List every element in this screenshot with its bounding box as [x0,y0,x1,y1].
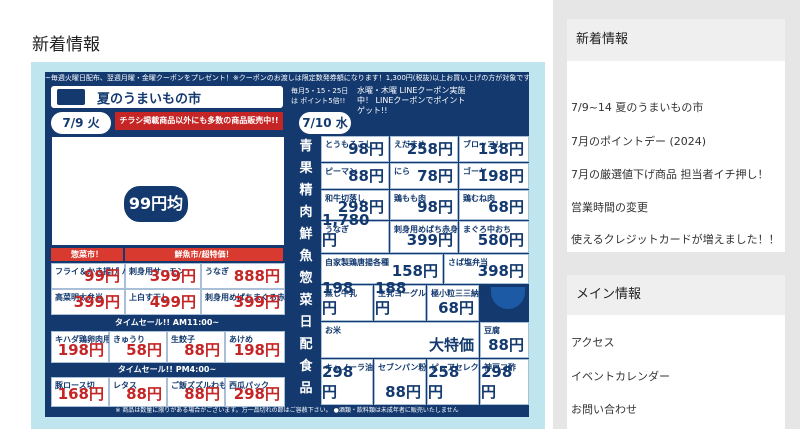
flyer-item: 生乳ヨーグルト 188円 [374,279,434,321]
flyer-board: ~毎週火曜日配布、翌週月曜・金曜クーポンをプレゼント！※クーポンのお渡しは限定数… [45,72,529,417]
flyer-left-item: 高菜明太弁当 399円 [51,289,125,315]
contact-link[interactable]: お問い合わせ [571,401,637,417]
flyer-left-item: 刺身用めばちまぐろ赤身用ブロック 399円 [201,289,333,315]
flyer-left-item: 刺身用サーモン 399円 [125,263,201,289]
access-link[interactable]: アクセス [571,334,614,350]
flyer-left-item: キハダ鶏卵肉用 198円 [51,331,111,363]
flyer-item: うなぎ 1,780円 [321,211,389,253]
flyer-left-item: ご飯ズズルわもす 88円 [167,377,235,407]
flyer-left-item: 豚ロース切 168円 [51,377,109,407]
flyer-left-item: きゅうり 58円 [109,331,167,363]
flyer-points-note: 毎月5・15・25日は ポイント5倍!! [291,87,349,105]
flyer-top-line: ~毎週火曜日配布、翌週月曜・金曜クーポンをプレゼント！※クーポンのお渡しは限定数… [45,74,529,82]
flyer-item: 神戸コ酢 298円 [480,359,529,405]
news-link[interactable]: 7月の厳選値下げ商品 担当者イチ押し！ [571,166,769,182]
flyer-item: キャノーラ油 298円 [321,359,373,405]
flyer-image[interactable]: ~毎週火曜日配布、翌週月曜・金曜クーポンをプレゼント！※クーポンのお渡しは限定数… [31,62,545,429]
flyer-item: ピュアセレクト マヨネーズ258円 [427,359,529,405]
main-info-title: メイン情報 [567,275,785,315]
flyer-timesale-2: タイムセール!! PM4:00~ [51,363,283,376]
flyer-line-note: 水曜・木曜 LINEクーポン実施中！ LINEクーポンでポイントゲット!! [357,86,466,115]
flyer-left-date: 7/9 火 [51,112,111,134]
flyer-item: 鶏むね肉 68円 [459,190,529,220]
flyer-item: ゴーヤ 198円 [459,163,529,189]
flyer-item: 蒸し牛乳 198円 [321,279,373,321]
flyer-deli-header: 惣菜市！ [51,248,123,261]
flyer-left-item: フライ＆かき揚げ バイキング 99円 [51,263,162,289]
flyer-timesale-1: タイムセール!! AM11:00~ [51,316,283,329]
flyer-fresh-header: 鮮魚市/超特価！ [125,248,283,261]
flyer-item: ピーマン 88円 [321,163,389,189]
flyer-left-item: 上白す干し 499円 [125,289,201,315]
flyer-header: 夏のうまいもの市 [51,86,283,108]
main-content: 新着情報 ~毎週火曜日配布、翌週月曜・金曜クーポンをプレゼント！※クーポンのお渡… [0,0,553,429]
news-link[interactable]: 7月のポイントデー (2024) [571,133,706,149]
flyer-item: お米 大特価 [321,322,479,358]
flyer-item: 刺身用めばち赤身用ブロック 399円 [390,221,498,253]
main-info-widget: メイン情報 アクセス イベントカレンダー お問い合わせ [567,275,785,429]
flyer-item: 極小粒三三納豆 68円 [427,285,487,321]
page-title: 新着情報 [32,35,100,55]
bowl-illustration-icon [491,287,525,309]
flyer-footer-note: ※ 商品は数量に限りがある場合がございます。万一品切れの節はご容赦下さい。 ●酒… [115,407,459,414]
flyer-item: ブロッコリー 138円 [459,136,529,162]
flyer-left-item: 西瓜パック 298円 [225,377,285,407]
flyer-header-title: 夏のうまいもの市 [97,92,202,107]
flyer-sale-badge: 99円均一 [122,184,190,249]
flyer-item: さば塩弁当 398円 [444,254,529,284]
event-calendar-link[interactable]: イベントカレンダー [571,368,670,384]
flyer-left-item: うなぎ 888円 [201,263,285,289]
flyer-item: えだまめ 258円 [390,136,458,162]
news-link[interactable]: 使えるクレジットカードが増えました！！ [571,229,781,250]
flyer-banner: チラシ掲載商品以外にも多数の商品販売中!! [115,112,283,130]
flyer-item: まぐろ中おち 580円 [459,221,529,253]
flyer-item: 鶏もも肉 98円 [390,190,458,220]
flyer-item: セブンパン粉 88円 [374,359,426,405]
flyer-left-item: レタス 88円 [109,377,167,407]
flyer-category-label: 青果 精肉 鮮魚 惣菜 日配 食品 [294,136,318,398]
news-widget: 新着情報 7/9~14 夏のうまいもの市 7月のポイントデー (2024) 7月… [567,19,785,252]
flyer-left-item: あけめ 198円 [225,331,285,363]
sidebar: 新着情報 7/9~14 夏のうまいもの市 7月のポイントデー (2024) 7月… [553,0,800,429]
flyer-right-date: 7/10 水 [299,112,351,134]
news-link[interactable]: 7/9~14 夏のうまいもの市 [571,99,703,115]
news-widget-title: 新着情報 [567,19,785,61]
flyer-item: とうもろこし 98円 [321,136,389,162]
news-link[interactable]: 営業時間の変更 [571,199,648,215]
flyer-left-item: 生餃子 88円 [167,331,225,363]
flyer-item: にら 78円 [390,163,458,189]
store-logo-icon [57,89,85,105]
flyer-item: 豆腐 88円 [480,322,529,358]
